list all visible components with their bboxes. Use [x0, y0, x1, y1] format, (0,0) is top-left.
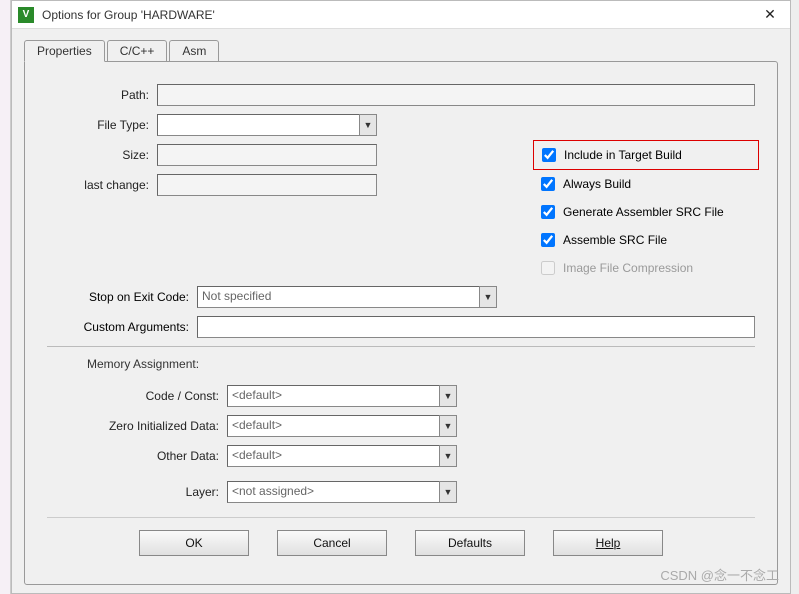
- zero-init-combo[interactable]: <default> ▼: [227, 415, 457, 437]
- file-type-label: File Type:: [47, 118, 157, 132]
- last-change-input: [157, 174, 377, 196]
- cancel-button[interactable]: Cancel: [277, 530, 387, 556]
- chevron-down-icon[interactable]: ▼: [439, 415, 457, 437]
- path-label: Path:: [47, 88, 157, 102]
- stop-on-exit-value: Not specified: [197, 286, 479, 308]
- image-compress-label: Image File Compression: [563, 261, 693, 275]
- image-compress-row: Image File Compression: [537, 254, 755, 282]
- tab-properties[interactable]: Properties: [24, 40, 105, 62]
- zero-init-value: <default>: [227, 415, 439, 437]
- chevron-down-icon[interactable]: ▼: [439, 385, 457, 407]
- chevron-down-icon[interactable]: ▼: [479, 286, 497, 308]
- size-input: [157, 144, 377, 166]
- code-const-label: Code / Const:: [87, 389, 227, 403]
- titlebar: V Options for Group 'HARDWARE' ✕: [12, 1, 790, 29]
- window-title: Options for Group 'HARDWARE': [42, 8, 756, 22]
- gen-asm-src-checkbox[interactable]: [541, 205, 555, 219]
- app-icon: V: [18, 7, 34, 23]
- stop-on-exit-label: Stop on Exit Code:: [47, 290, 197, 304]
- tab-strip: Properties C/C++ Asm: [24, 37, 778, 61]
- layer-value: <not assigned>: [227, 481, 439, 503]
- defaults-button[interactable]: Defaults: [415, 530, 525, 556]
- gen-asm-src-label: Generate Assembler SRC File: [563, 205, 724, 219]
- other-data-combo[interactable]: <default> ▼: [227, 445, 457, 467]
- dialog-window: V Options for Group 'HARDWARE' ✕ Propert…: [11, 0, 791, 594]
- memory-assignment-label: Memory Assignment:: [87, 357, 755, 371]
- close-icon[interactable]: ✕: [756, 5, 784, 25]
- always-build-checkbox[interactable]: [541, 177, 555, 191]
- image-compress-checkbox: [541, 261, 555, 275]
- ok-button[interactable]: OK: [139, 530, 249, 556]
- always-build-row: Always Build: [537, 170, 755, 198]
- code-const-combo[interactable]: <default> ▼: [227, 385, 457, 407]
- file-type-value: [157, 114, 359, 136]
- path-input: [157, 84, 755, 106]
- zero-init-label: Zero Initialized Data:: [87, 419, 227, 433]
- file-type-combo[interactable]: ▼: [157, 114, 377, 136]
- include-in-build-checkbox[interactable]: [542, 148, 556, 162]
- last-change-label: last change:: [47, 178, 157, 192]
- client-area: Properties C/C++ Asm Path: File Type: ▼: [12, 29, 790, 593]
- include-in-build-row: Include in Target Build: [533, 140, 759, 170]
- size-label: Size:: [47, 148, 157, 162]
- chevron-down-icon[interactable]: ▼: [439, 445, 457, 467]
- button-bar: OK Cancel Defaults Help: [47, 517, 755, 568]
- layer-label: Layer:: [87, 485, 227, 499]
- assemble-src-label: Assemble SRC File: [563, 233, 667, 247]
- custom-args-label: Custom Arguments:: [47, 320, 197, 334]
- tab-asm[interactable]: Asm: [169, 40, 219, 61]
- chevron-down-icon[interactable]: ▼: [439, 481, 457, 503]
- layer-combo[interactable]: <not assigned> ▼: [227, 481, 457, 503]
- assemble-src-checkbox[interactable]: [541, 233, 555, 247]
- custom-args-input[interactable]: [197, 316, 755, 338]
- chevron-down-icon[interactable]: ▼: [359, 114, 377, 136]
- code-const-value: <default>: [227, 385, 439, 407]
- other-data-value: <default>: [227, 445, 439, 467]
- stop-on-exit-combo[interactable]: Not specified ▼: [197, 286, 497, 308]
- editor-gutter: [0, 0, 11, 594]
- tab-c-cpp[interactable]: C/C++: [107, 40, 168, 61]
- other-data-label: Other Data:: [87, 449, 227, 463]
- assemble-src-row: Assemble SRC File: [537, 226, 755, 254]
- help-button[interactable]: Help: [553, 530, 663, 556]
- gen-asm-src-row: Generate Assembler SRC File: [537, 198, 755, 226]
- divider: [47, 346, 755, 347]
- tab-panel-properties: Path: File Type: ▼ Size:: [24, 61, 778, 585]
- include-in-build-label: Include in Target Build: [564, 148, 682, 162]
- always-build-label: Always Build: [563, 177, 631, 191]
